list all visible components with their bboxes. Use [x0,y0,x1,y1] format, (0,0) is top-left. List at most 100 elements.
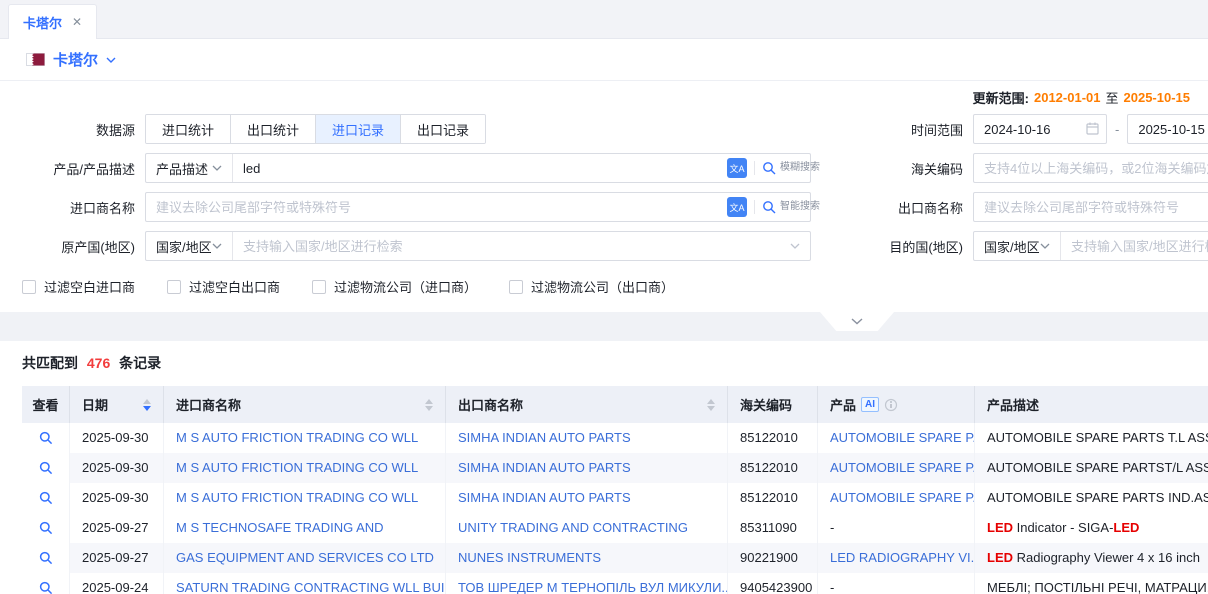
exporter-link[interactable]: SIMHA INDIAN AUTO PARTS [458,490,631,505]
importer-link[interactable]: SATURN TRADING CONTRACTING WLL BUI... [176,580,446,594]
caret-up-icon[interactable] [425,399,433,404]
row-date: 2025-09-24 [70,573,164,594]
row-hs-code: 90221900 [728,543,818,573]
results-section: 共匹配到 476 条记录 查看 日期 进口商名称 出口商名称 [0,341,1208,594]
filter-blank-exporter-checkbox[interactable]: 过滤空白出口商 [167,277,280,296]
datasource-export-records-button[interactable]: 出口记录 [401,115,485,143]
table-row: 2025-09-30 M S AUTO FRICTION TRADING CO … [22,453,1208,483]
importer-link[interactable]: M S AUTO FRICTION TRADING CO WLL [176,430,418,445]
row-date: 2025-09-30 [70,483,164,513]
importer-link[interactable]: M S AUTO FRICTION TRADING CO WLL [176,460,418,475]
chevron-down-icon[interactable] [106,57,116,63]
row-hs-code: 85122010 [728,483,818,513]
view-magnifier-icon[interactable] [39,521,53,535]
product-label: 产品/产品描述 [0,159,135,178]
hs-code-input[interactable] [973,153,1208,183]
row-description: AUTOMOBILE SPARE PARTS IND.ASS... [975,483,1208,513]
origin-type-select[interactable]: 国家/地区 [146,232,233,260]
product-search-input[interactable] [233,154,727,182]
translate-icon[interactable]: 文A [727,158,747,178]
row-description: LED Radiography Viewer 4 x 16 inch [975,543,1208,573]
collapse-panel-button[interactable] [820,312,894,331]
col-exporter: 出口商名称 [446,386,728,423]
count-prefix: 共匹配到 [22,355,78,371]
datasource-import-stats-button[interactable]: 进口统计 [146,115,231,143]
view-magnifier-icon[interactable] [39,461,53,475]
checkbox-label: 过滤物流公司（进口商） [334,277,477,296]
row-description: AUTOMOBILE SPARE PARTS T.L ASSY ... [975,423,1208,453]
product-type-value: 产品描述 [156,159,208,178]
update-range-end: 2025-10-15 [1124,90,1191,105]
importer-input[interactable] [146,193,727,221]
sort-icons-exporter[interactable] [707,399,715,411]
table-row: 2025-09-27 M S TECHNOSAFE TRADING AND UN… [22,513,1208,543]
filter-blank-importer-checkbox[interactable]: 过滤空白进口商 [22,277,135,296]
exporter-input[interactable] [973,192,1208,222]
exporter-link[interactable]: SIMHA INDIAN AUTO PARTS [458,430,631,445]
destination-input[interactable] [1061,232,1208,260]
view-magnifier-icon[interactable] [39,431,53,445]
product-link: - [830,520,834,535]
country-name: 卡塔尔 [53,49,98,70]
filter-logistics-importer-checkbox[interactable]: 过滤物流公司（进口商） [312,277,477,296]
end-date-input[interactable] [1127,114,1208,144]
checkbox-icon [312,280,326,294]
product-link[interactable]: LED RADIOGRAPHY VI... [830,550,975,565]
chevron-down-icon [790,243,800,249]
update-range: 更新范围: 2012-01-01 至 2025-10-15 [0,81,1208,105]
sort-icons-importer[interactable] [425,399,433,411]
destination-type-select[interactable]: 国家/地区 [974,232,1061,260]
product-link[interactable]: AUTOMOBILE SPARE P... [830,460,975,475]
fuzzy-search-toggle[interactable]: 模糊搜索 [762,161,810,176]
origin-field: 国家/地区 [145,231,811,261]
smart-search-toggle[interactable]: 智能搜索 [762,200,810,215]
importer-link[interactable]: GAS EQUIPMENT AND SERVICES CO LTD [176,550,434,565]
col-product: 产品 AI [818,386,975,423]
caret-down-icon[interactable] [143,406,151,411]
col-view: 查看 [22,386,70,423]
tab-bar: 卡塔尔 ✕ [0,0,1208,39]
origin-input[interactable] [233,232,790,260]
product-type-select[interactable]: 产品描述 [146,154,233,182]
count-suffix: 条记录 [119,355,161,371]
info-icon[interactable] [884,398,898,412]
product-field: 产品描述 文A 模糊搜索 [145,153,811,183]
caret-up-icon[interactable] [707,399,715,404]
product-link: - [830,580,834,594]
calendar-icon[interactable] [1086,122,1099,138]
table-row: 2025-09-27 GAS EQUIPMENT AND SERVICES CO… [22,543,1208,573]
view-magnifier-icon[interactable] [39,551,53,565]
checkbox-label: 过滤空白进口商 [44,277,135,296]
ai-badge: AI [861,397,879,412]
records-table: 查看 日期 进口商名称 出口商名称 [22,386,1208,594]
divider [754,200,755,214]
checkbox-label: 过滤物流公司（出口商） [531,277,674,296]
checkbox-icon [167,280,181,294]
exporter-link[interactable]: SIMHA INDIAN AUTO PARTS [458,460,631,475]
exporter-link[interactable]: ТОВ ШРЕДЕР М ТЕРНОПІЛЬ ВУЛ МИКУЛИ... [458,580,728,594]
row-hs-code: 85122010 [728,423,818,453]
sort-icons-date[interactable] [143,399,151,411]
row-date: 2025-09-30 [70,453,164,483]
col-importer: 进口商名称 [164,386,446,423]
exporter-link[interactable]: UNITY TRADING AND CONTRACTING [458,520,688,535]
filter-logistics-exporter-checkbox[interactable]: 过滤物流公司（出口商） [509,277,674,296]
checkbox-icon [509,280,523,294]
caret-down-icon[interactable] [707,406,715,411]
view-magnifier-icon[interactable] [39,581,53,594]
caret-up-icon[interactable] [143,399,151,404]
datasource-import-records-button[interactable]: 进口记录 [316,115,401,143]
importer-link[interactable]: M S AUTO FRICTION TRADING CO WLL [176,490,418,505]
chevron-down-icon [212,243,222,249]
close-icon[interactable]: ✕ [72,15,82,29]
checkbox-icon [22,280,36,294]
tab-qatar[interactable]: 卡塔尔 ✕ [8,4,97,39]
product-link[interactable]: AUTOMOBILE SPARE P... [830,430,975,445]
exporter-link[interactable]: NUNES INSTRUMENTS [458,550,601,565]
view-magnifier-icon[interactable] [39,491,53,505]
translate-icon[interactable]: 文A [727,197,747,217]
product-link[interactable]: AUTOMOBILE SPARE P... [830,490,975,505]
importer-link[interactable]: M S TECHNOSAFE TRADING AND [176,520,384,535]
datasource-export-stats-button[interactable]: 出口统计 [231,115,316,143]
caret-down-icon[interactable] [425,406,433,411]
